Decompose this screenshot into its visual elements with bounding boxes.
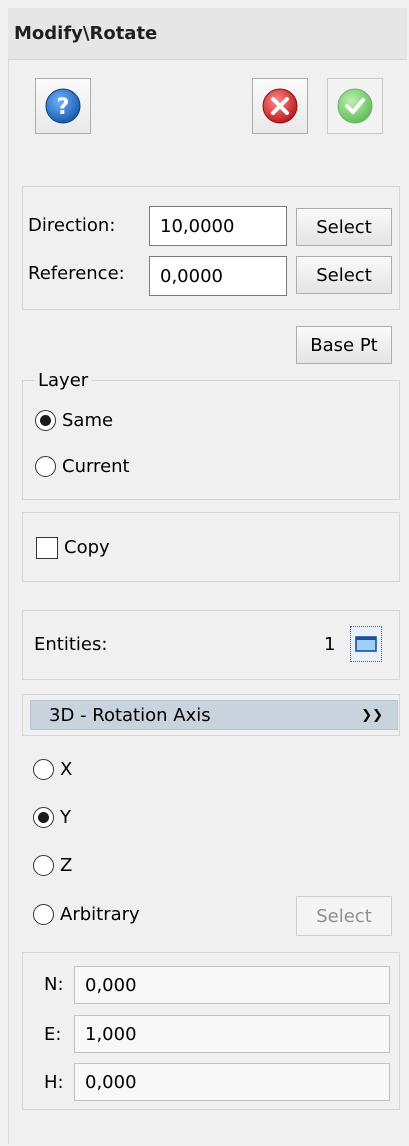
question-icon: ? bbox=[45, 88, 81, 124]
cancel-button[interactable] bbox=[252, 78, 308, 134]
reference-label: Reference: bbox=[28, 263, 125, 284]
axis-y-radio[interactable] bbox=[33, 807, 54, 828]
n-field[interactable]: 0,000 bbox=[74, 966, 390, 1004]
copy-checkbox[interactable] bbox=[36, 537, 58, 559]
layer-current-radio[interactable] bbox=[35, 456, 56, 477]
h-label: H: bbox=[44, 1072, 64, 1093]
direction-field[interactable]: 10,0000 bbox=[149, 206, 287, 246]
select-window-icon bbox=[355, 636, 377, 652]
svg-text:?: ? bbox=[57, 95, 70, 120]
panel-title: Modify\Rotate bbox=[8, 8, 407, 60]
entities-label: Entities: bbox=[34, 634, 108, 655]
n-label: N: bbox=[44, 974, 64, 995]
help-button[interactable]: ? bbox=[35, 78, 91, 134]
layer-group bbox=[22, 380, 400, 500]
axis-select-button[interactable]: Select bbox=[296, 896, 392, 936]
axis-x-radio[interactable] bbox=[33, 759, 54, 780]
direction-select-button[interactable]: Select bbox=[296, 208, 392, 246]
h-field[interactable]: 0,000 bbox=[74, 1063, 390, 1101]
layer-legend: Layer bbox=[34, 370, 93, 391]
base-pt-button[interactable]: Base Pt bbox=[296, 326, 392, 364]
select-entities-button[interactable] bbox=[350, 626, 382, 662]
ok-button[interactable] bbox=[327, 78, 383, 134]
layer-same-radio[interactable] bbox=[35, 410, 56, 431]
double-chevron-down-icon[interactable]: ❯❯ bbox=[361, 708, 383, 723]
copy-label[interactable]: Copy bbox=[64, 537, 110, 558]
axis-arbitrary-label[interactable]: Arbitrary bbox=[60, 904, 140, 925]
axis-y-label[interactable]: Y bbox=[60, 807, 71, 828]
direction-label: Direction: bbox=[28, 215, 116, 236]
e-field[interactable]: 1,000 bbox=[74, 1015, 390, 1053]
axis-z-radio[interactable] bbox=[33, 855, 54, 876]
reference-field[interactable]: 0,0000 bbox=[149, 256, 287, 296]
layer-same-label[interactable]: Same bbox=[62, 410, 113, 431]
check-icon bbox=[337, 88, 373, 124]
axis-arbitrary-radio[interactable] bbox=[33, 904, 54, 925]
rotation-axis-header[interactable]: 3D - Rotation Axis ❯❯ bbox=[30, 700, 398, 730]
reference-select-button[interactable]: Select bbox=[296, 256, 392, 294]
e-label: E: bbox=[44, 1024, 62, 1045]
axis-z-label[interactable]: Z bbox=[60, 855, 72, 876]
close-icon bbox=[262, 88, 298, 124]
axis-x-label[interactable]: X bbox=[60, 759, 72, 780]
rotation-axis-title: 3D - Rotation Axis bbox=[49, 704, 211, 726]
layer-current-label[interactable]: Current bbox=[62, 456, 130, 477]
entities-count: 1 bbox=[324, 634, 336, 655]
